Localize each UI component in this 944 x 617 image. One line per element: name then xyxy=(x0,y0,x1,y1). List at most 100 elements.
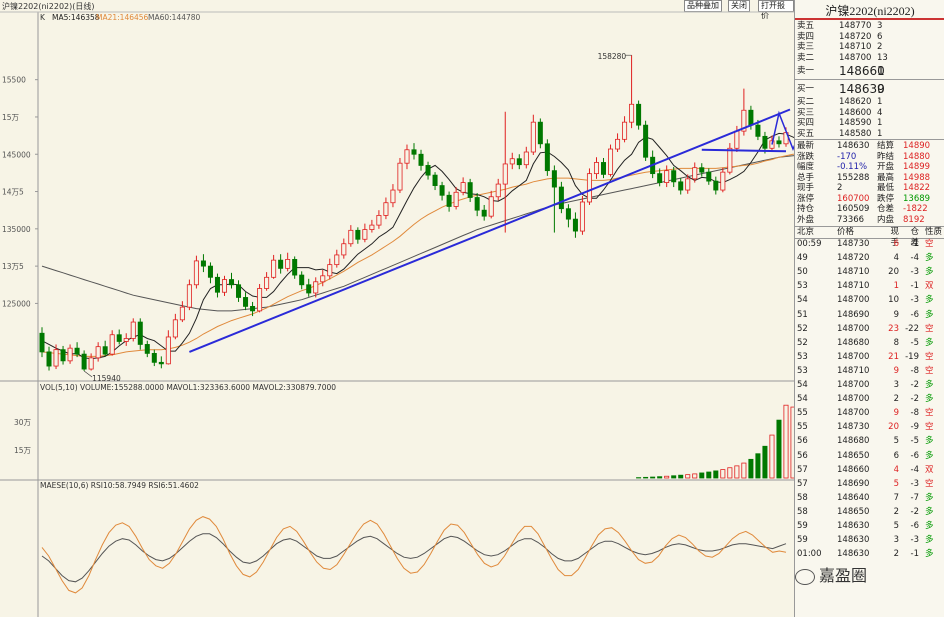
stat-value: 14899 xyxy=(903,162,931,172)
tick-time: 58 xyxy=(797,506,808,517)
candle-body xyxy=(629,103,635,123)
tick-time: 51 xyxy=(797,309,808,320)
tick-row: 49 148720 4 -4 多 xyxy=(795,253,944,263)
candle-body xyxy=(467,182,473,198)
candle-body xyxy=(523,151,529,166)
y-tick-label: 135000 xyxy=(2,225,31,234)
tick-oi-change: -5 xyxy=(910,337,919,348)
stat-row: 涨停 160700 跌停 13689 xyxy=(795,194,944,204)
ask-row: 卖五 148770 3 xyxy=(795,21,944,31)
y-tick-label: 14万5 xyxy=(2,188,24,197)
candle-body xyxy=(727,147,733,173)
tick-row: 53 148710 9 -8 空 xyxy=(795,366,944,376)
bid-volume: 9 xyxy=(877,82,885,96)
tick-nature: 多 xyxy=(925,549,934,560)
candle-body xyxy=(622,121,628,140)
y-tick-label: 145000 xyxy=(2,150,31,159)
tick-row: 56 148650 6 -6 多 xyxy=(795,451,944,461)
tick-nature: 空 xyxy=(925,408,934,419)
tick-price: 148690 xyxy=(837,309,870,320)
tick-nature: 多 xyxy=(925,253,934,264)
tick-nature: 空 xyxy=(925,422,934,433)
candle-body xyxy=(165,336,171,365)
candle-body xyxy=(572,218,578,232)
ask-label: 卖一 xyxy=(797,66,815,76)
tick-header-cell: 性质 xyxy=(925,227,943,237)
tick-row: 54 148700 3 -2 多 xyxy=(795,380,944,390)
candle-body xyxy=(579,201,585,232)
tick-volume: 5 xyxy=(893,478,899,489)
tick-time: 57 xyxy=(797,464,808,475)
candle-body xyxy=(200,260,206,267)
divider xyxy=(795,79,944,80)
tick-time: 53 xyxy=(797,351,808,362)
tick-volume: 2 xyxy=(893,394,899,405)
candle-body xyxy=(81,353,87,370)
ask-label: 卖三 xyxy=(797,42,815,52)
candle-body xyxy=(137,321,143,345)
tick-oi-change: -8 xyxy=(910,365,919,376)
candle-body xyxy=(334,254,340,266)
tick-oi-change: -1 xyxy=(910,549,919,560)
tick-time: 57 xyxy=(797,478,808,489)
stat-label: 持仓 xyxy=(797,204,815,214)
volume-bar xyxy=(748,458,754,479)
tick-row: 54 148700 10 -3 多 xyxy=(795,295,944,305)
candle-body xyxy=(278,259,284,269)
legend-k: K xyxy=(40,13,46,22)
candle-body xyxy=(130,321,136,339)
stat-value: 155288 xyxy=(837,172,870,183)
candle-body xyxy=(109,334,115,355)
vol-tick-label: 15万 xyxy=(14,446,32,455)
candle-body xyxy=(678,181,684,191)
candle-body xyxy=(74,347,80,355)
volume-bar xyxy=(671,475,677,479)
bid-row: 买二 148620 1 xyxy=(795,97,944,107)
tick-nature: 多 xyxy=(925,492,934,503)
tick-oi-change: -6 xyxy=(910,521,919,531)
ma5-line xyxy=(41,132,794,360)
tick-oi-change: -4 xyxy=(910,464,919,475)
volume-bar xyxy=(685,474,691,479)
candle-body xyxy=(685,178,691,191)
candle-body xyxy=(699,167,705,173)
candle-body xyxy=(481,209,487,217)
wechat-icon xyxy=(795,568,815,585)
stat-value: 14880 xyxy=(903,151,931,162)
candle-body xyxy=(397,162,403,191)
stat-value: 14822 xyxy=(903,183,931,193)
legend-ma5: MA5:146358 xyxy=(52,13,100,22)
tick-time: 54 xyxy=(797,380,808,390)
candle-body xyxy=(355,229,361,240)
tick-nature: 双 xyxy=(925,464,934,475)
candle-body xyxy=(60,349,66,362)
low-pointer xyxy=(83,370,93,378)
candle-body xyxy=(172,319,178,338)
tick-time: 52 xyxy=(797,323,808,334)
stat-label: 最高 xyxy=(877,172,895,183)
contract-title: 沪镍2202(ni2202) xyxy=(795,2,944,20)
tick-volume: 20 xyxy=(888,422,899,433)
tick-time: 00:59 xyxy=(797,239,822,249)
high-annotation: 158280 xyxy=(598,52,627,61)
tick-nature: 多 xyxy=(925,535,934,546)
bid-row: 买一 148630 9 xyxy=(795,81,944,97)
stat-label: 外盘 xyxy=(797,214,815,225)
ask-row: 卖一 148660 1 xyxy=(795,63,944,79)
tick-time: 55 xyxy=(797,422,808,433)
tick-oi-change: -9 xyxy=(910,422,919,433)
candle-body xyxy=(453,191,459,207)
candle-body xyxy=(516,158,522,166)
tick-oi-change: -1 xyxy=(910,281,919,292)
volume-bar xyxy=(755,453,761,479)
tick-nature: 多 xyxy=(925,309,934,320)
ask-price: 148710 xyxy=(839,42,872,52)
candle-body xyxy=(348,229,354,245)
candle-body xyxy=(460,182,466,193)
y-tick-label: 125000 xyxy=(2,299,31,308)
tick-row: 59 148630 3 -3 多 xyxy=(795,535,944,545)
tick-oi-change: -1 xyxy=(910,239,919,249)
tick-oi-change: -22 xyxy=(905,323,919,334)
ask-label: 卖五 xyxy=(797,21,815,31)
tick-nature: 空 xyxy=(925,323,934,334)
